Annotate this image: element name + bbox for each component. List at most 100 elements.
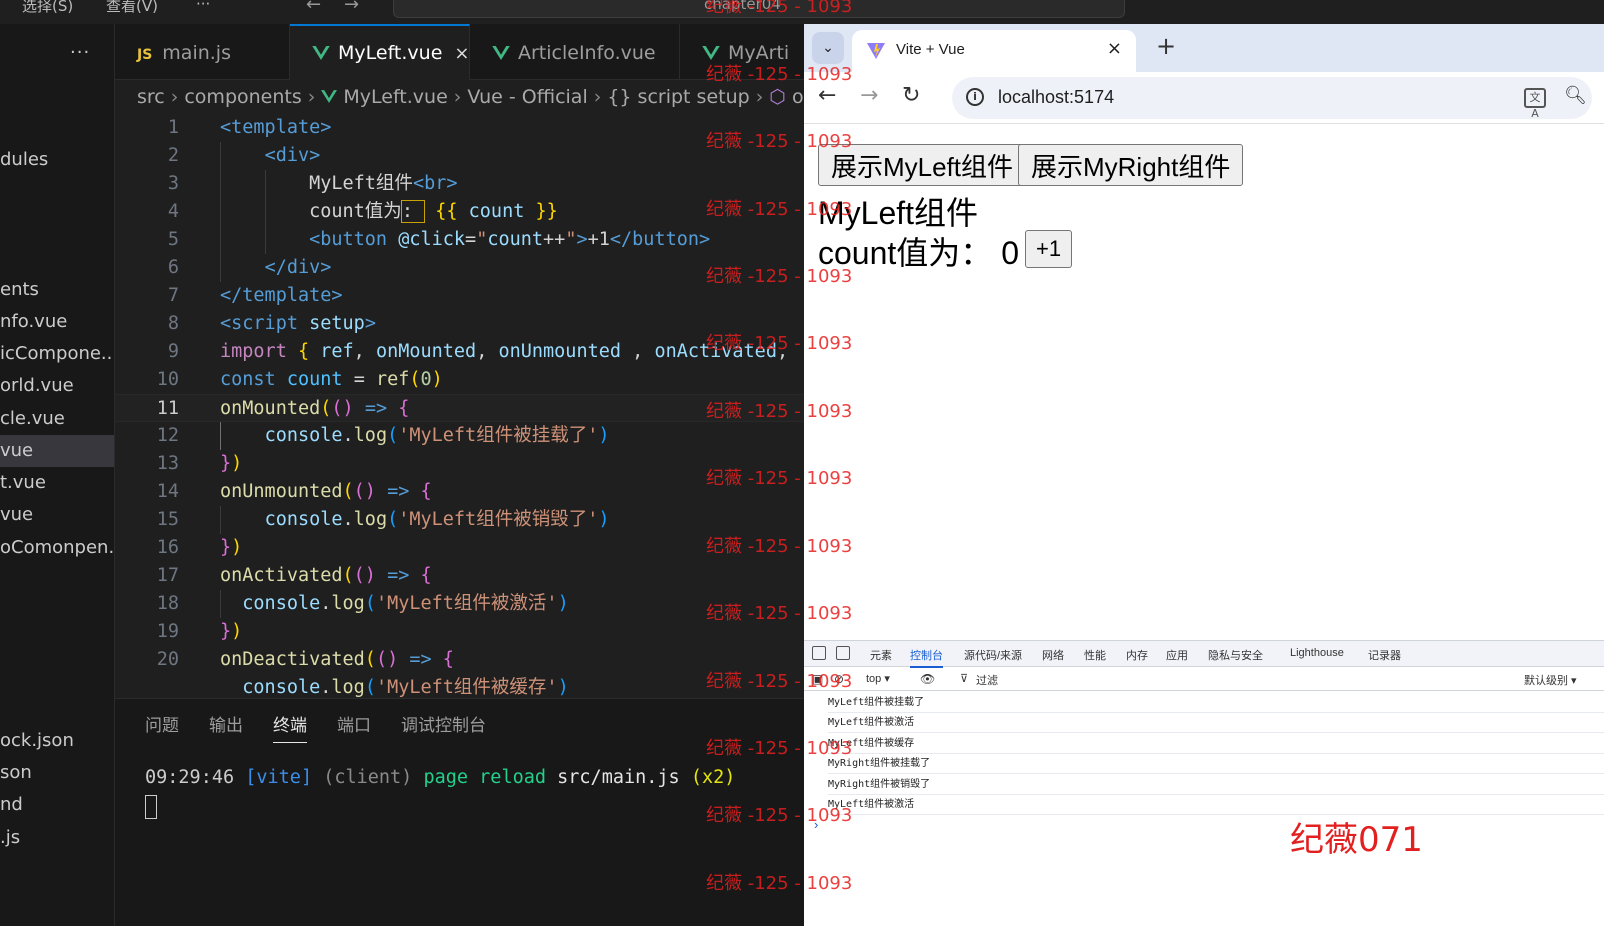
code-text: </div> — [264, 257, 332, 278]
code-text: MyLeft组件<br> — [309, 173, 458, 194]
explorer-item[interactable]: ents — [0, 274, 114, 306]
back-arrow-icon[interactable]: ← — [306, 0, 321, 15]
explorer-item[interactable]: ock.json — [0, 725, 114, 757]
code-text: onMounted(() => { — [220, 398, 410, 419]
panel-tab-problems[interactable]: 问题 — [145, 711, 179, 742]
explorer-item[interactable]: vue — [0, 499, 114, 531]
devtools-tab[interactable]: Lighthouse — [1290, 647, 1344, 659]
forward-arrow-icon[interactable]: → — [860, 83, 878, 108]
browser-tab[interactable]: Vite + Vue × — [852, 30, 1136, 72]
reload-icon[interactable]: ↻ — [902, 83, 920, 108]
breadcrumb-item[interactable]: Vue - Official — [467, 86, 587, 108]
line-number: 1 — [167, 117, 179, 138]
explorer-item[interactable]: oComonpen... — [0, 532, 114, 564]
devtools-tab[interactable]: 应用 — [1166, 647, 1188, 663]
close-icon[interactable]: × — [454, 43, 469, 64]
panel-tab-ports[interactable]: 端口 — [337, 711, 371, 742]
devtools-tab[interactable]: 源代码/来源 — [964, 647, 1022, 663]
devtools-tabs: 元素 控制台 源代码/来源 网络 性能 内存 应用 隐私与安全 Lighthou… — [804, 641, 1604, 668]
vscode-window: 选择(S) 查看(V) ··· ← → chapter04 ··· dules … — [0, 0, 1125, 926]
eye-icon[interactable]: 👁︎ — [920, 672, 935, 686]
show-myright-button[interactable]: 展示MyRight组件 — [1018, 144, 1244, 186]
panel-tab-debug-console[interactable]: 调试控制台 — [401, 711, 486, 742]
context-select[interactable]: top ▾ — [866, 672, 890, 685]
breadcrumb-item[interactable]: MyLeft.vue — [343, 86, 447, 108]
explorer-more-icon[interactable]: ··· — [70, 42, 90, 63]
new-tab-plus-icon[interactable]: + — [1156, 32, 1176, 60]
console-toolbar: ▣ ⊘ top ▾ 👁︎ ⊽ 过滤 默认级别 ▾ — [804, 667, 1604, 691]
device-toolbar-icon[interactable] — [836, 646, 850, 660]
code-line: 1 <template> — [115, 114, 804, 142]
line-number: 20 — [156, 649, 179, 670]
explorer-item[interactable]: nfo.vue — [0, 306, 114, 338]
devtools-tab[interactable]: 隐私与安全 — [1208, 647, 1263, 663]
line-number: 13 — [156, 453, 179, 474]
page-content: 展示MyLeft组件 展示MyRight组件 MyLeft组件 count值为：… — [804, 124, 1604, 664]
terminal-reload: reload — [479, 767, 546, 788]
explorer-item[interactable]: son — [0, 757, 114, 789]
menu-select[interactable]: 选择(S) — [22, 0, 73, 16]
code-line: 5 <button @click="count++">+1</button> — [115, 226, 804, 254]
explorer-item[interactable]: .js — [0, 822, 114, 854]
breadcrumb-item[interactable]: {} script setup — [607, 86, 749, 108]
watermark: 纪薇 -125 - 1093 — [706, 64, 853, 85]
translate-icon[interactable]: 文A — [1524, 88, 1546, 120]
devtools-tab-console[interactable]: 控制台 — [910, 647, 943, 668]
tab-label: main.js — [162, 42, 231, 64]
explorer-sidebar: ··· dules ents nfo.vue icCompone... orld… — [0, 24, 115, 926]
devtools-tab[interactable]: 元素 — [870, 647, 892, 663]
address-bar[interactable]: i localhost:5174 文A 🔍︎ — [952, 77, 1592, 120]
code-text: console.log('MyLeft组件被缓存') — [242, 677, 569, 698]
site-info-icon[interactable]: i — [966, 88, 984, 106]
watermark: 纪薇 -125 - 1093 — [706, 401, 853, 422]
devtools-panel: 元素 控制台 源代码/来源 网络 性能 内存 应用 隐私与安全 Lighthou… — [804, 640, 1604, 926]
increment-button[interactable]: +1 — [1025, 230, 1073, 268]
code-text: }) — [220, 621, 243, 642]
browser-window: ⌄ Vite + Vue × + ← → ↻ i localhost:5174 … — [804, 24, 1604, 926]
explorer-item-selected[interactable]: vue — [0, 435, 114, 467]
devtools-tab[interactable]: 网络 — [1042, 647, 1064, 663]
devtools-tab[interactable]: 内存 — [1126, 647, 1148, 663]
line-number: 15 — [156, 509, 179, 530]
menu-view[interactable]: 查看(V) — [106, 0, 158, 16]
code-line: 12 console.log('MyLeft组件被挂载了') — [115, 422, 804, 450]
explorer-item[interactable]: icCompone... — [0, 338, 114, 370]
tab-myleft-vue[interactable]: MyLeft.vue × — [290, 24, 470, 80]
explorer-item[interactable]: dules — [0, 144, 114, 176]
devtools-tab[interactable]: 性能 — [1084, 647, 1106, 663]
vue-file-icon — [702, 46, 720, 60]
terminal-output[interactable]: 09:29:46 [vite] (client) page reload src… — [145, 767, 735, 788]
filter-input[interactable]: 过滤 — [976, 672, 998, 688]
tab-close-icon[interactable]: × — [1107, 38, 1122, 59]
devtools-tab[interactable]: 记录器 — [1368, 647, 1401, 663]
code-line: 15 console.log('MyLeft组件被销毁了') — [115, 506, 804, 534]
breadcrumb-item[interactable]: src — [137, 86, 165, 108]
code-text: onDeactivated(() => { — [220, 649, 454, 670]
log-level-select[interactable]: 默认级别 ▾ — [1524, 672, 1577, 688]
code-line: 16}) — [115, 534, 804, 562]
menu-more-icon[interactable]: ··· — [196, 0, 210, 13]
explorer-item[interactable]: t.vue — [0, 467, 114, 499]
panel-tab-terminal[interactable]: 终端 — [273, 711, 307, 743]
tab-label: MyLeft.vue — [338, 42, 443, 64]
code-line: 19}) — [115, 618, 804, 646]
explorer-item[interactable]: cle.vue — [0, 403, 114, 435]
tab-articleinfo-vue[interactable]: ArticleInfo.vue — [470, 24, 680, 80]
watermark: 纪薇 -125 - 1093 — [706, 0, 853, 17]
back-arrow-icon[interactable]: ← — [818, 83, 836, 108]
url-text: localhost:5174 — [998, 87, 1115, 107]
forward-arrow-icon[interactable]: → — [344, 0, 359, 15]
inspect-element-icon[interactable] — [812, 646, 826, 660]
tab-main-js[interactable]: JS main.js — [115, 24, 290, 80]
vue-file-icon — [492, 46, 510, 60]
panel-tab-output[interactable]: 输出 — [209, 711, 243, 742]
explorer-item[interactable]: orld.vue — [0, 370, 114, 402]
explorer-item[interactable]: nd — [0, 789, 114, 821]
code-line: 18 console.log('MyLeft组件被激活') — [115, 590, 804, 618]
terminal-cursor — [145, 795, 157, 819]
code-editor[interactable]: 1 <template> 2 <div> 3 MyLeft组件<br> 4 cou… — [115, 114, 804, 698]
breadcrumb-item[interactable]: components — [184, 86, 301, 108]
zoom-icon[interactable]: 🔍︎ — [1564, 85, 1587, 106]
terminal-count: (x2) — [690, 767, 736, 788]
breadcrumb-item[interactable]: on — [792, 86, 804, 108]
